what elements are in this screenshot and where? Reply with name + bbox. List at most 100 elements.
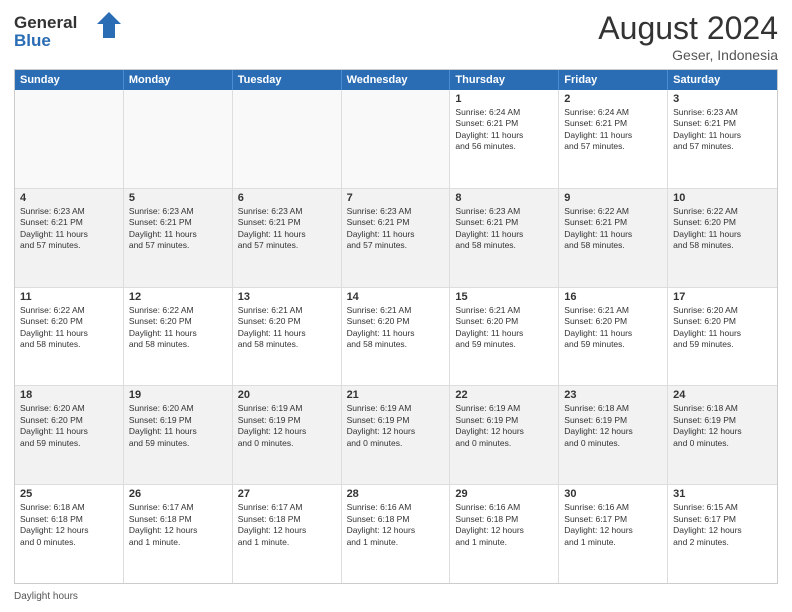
logo-svg: General Blue	[14, 10, 124, 52]
table-row: 2Sunrise: 6:24 AM Sunset: 6:21 PM Daylig…	[559, 90, 668, 188]
day-number: 6	[238, 192, 336, 204]
cell-info: Sunrise: 6:22 AM Sunset: 6:21 PM Dayligh…	[564, 206, 662, 252]
table-row: 4 Sunrise: 6:23 AM Sunset: 6:21 PM Daylig…	[15, 189, 124, 287]
cell-info: Sunrise: 6:19 AM Sunset: 6:19 PM Dayligh…	[347, 403, 445, 449]
cell-info: Sunrise: 6:19 AM Sunset: 6:19 PM Dayligh…	[238, 403, 336, 449]
cell-info: Sunrise: 6:17 AM Sunset: 6:18 PM Dayligh…	[238, 502, 336, 548]
day-number: 4	[20, 192, 118, 204]
location-label: Geser, Indonesia	[598, 47, 778, 63]
day-number: 19	[129, 389, 227, 401]
table-row: 22Sunrise: 6:19 AM Sunset: 6:19 PM Dayli…	[450, 386, 559, 484]
day-number: 8	[455, 192, 553, 204]
table-row: 1Sunrise: 6:24 AM Sunset: 6:21 PM Daylig…	[450, 90, 559, 188]
cal-week-row: 18Sunrise: 6:20 AM Sunset: 6:20 PM Dayli…	[15, 386, 777, 485]
cal-header-saturday: Saturday	[668, 70, 777, 90]
table-row: 7 Sunrise: 6:23 AM Sunset: 6:21 PM Daylig…	[342, 189, 451, 287]
cell-info: Sunrise: 6:16 AM Sunset: 6:18 PM Dayligh…	[347, 502, 445, 548]
svg-text:Blue: Blue	[14, 31, 51, 50]
day-number: 5	[129, 192, 227, 204]
day-number: 7	[347, 192, 445, 204]
calendar-body: 1Sunrise: 6:24 AM Sunset: 6:21 PM Daylig…	[15, 90, 777, 583]
cell-info: Sunrise: 6:23 AM Sunset: 6:21 PM Dayligh…	[20, 206, 118, 252]
day-number: 14	[347, 291, 445, 303]
table-row: 27 Sunrise: 6:17 AM Sunset: 6:18 PM Dayli…	[233, 485, 342, 583]
cell-info: Sunrise: 6:21 AM Sunset: 6:20 PM Dayligh…	[564, 305, 662, 351]
cal-header-sunday: Sunday	[15, 70, 124, 90]
day-number: 21	[347, 389, 445, 401]
cell-info: Sunrise: 6:24 AM Sunset: 6:21 PM Dayligh…	[455, 107, 553, 153]
table-row: 31 Sunrise: 6:15 AM Sunset: 6:17 PM Dayli…	[668, 485, 777, 583]
day-number: 12	[129, 291, 227, 303]
cell-info: Sunrise: 6:20 AM Sunset: 6:20 PM Dayligh…	[673, 305, 772, 351]
day-number: 28	[347, 488, 445, 500]
table-row: 6 Sunrise: 6:23 AM Sunset: 6:21 PM Daylig…	[233, 189, 342, 287]
cell-info: Sunrise: 6:15 AM Sunset: 6:17 PM Dayligh…	[673, 502, 772, 548]
table-row: 21 Sunrise: 6:19 AM Sunset: 6:19 PM Dayli…	[342, 386, 451, 484]
day-number: 23	[564, 389, 662, 401]
cal-header-friday: Friday	[559, 70, 668, 90]
cell-info: Sunrise: 6:18 AM Sunset: 6:18 PM Dayligh…	[20, 502, 118, 548]
table-row: 20 Sunrise: 6:19 AM Sunset: 6:19 PM Dayli…	[233, 386, 342, 484]
footer-note: Daylight hours	[14, 588, 778, 602]
cell-info: Sunrise: 6:23 AM Sunset: 6:21 PM Dayligh…	[455, 206, 553, 252]
table-row: 10Sunrise: 6:22 AM Sunset: 6:20 PM Dayli…	[668, 189, 777, 287]
cal-header-thursday: Thursday	[450, 70, 559, 90]
calendar: SundayMondayTuesdayWednesdayThursdayFrid…	[14, 69, 778, 584]
table-row: 8 Sunrise: 6:23 AM Sunset: 6:21 PM Daylig…	[450, 189, 559, 287]
table-row: 24Sunrise: 6:18 AM Sunset: 6:19 PM Dayli…	[668, 386, 777, 484]
logo: General Blue	[14, 10, 124, 52]
day-number: 11	[20, 291, 118, 303]
cell-info: Sunrise: 6:21 AM Sunset: 6:20 PM Dayligh…	[347, 305, 445, 351]
cal-header-tuesday: Tuesday	[233, 70, 342, 90]
cell-info: Sunrise: 6:23 AM Sunset: 6:21 PM Dayligh…	[673, 107, 772, 153]
table-row: 23 Sunrise: 6:18 AM Sunset: 6:19 PM Dayli…	[559, 386, 668, 484]
daylight-label: Daylight hours	[14, 591, 78, 602]
table-row: 17 Sunrise: 6:20 AM Sunset: 6:20 PM Dayli…	[668, 288, 777, 386]
day-number: 17	[673, 291, 772, 303]
day-number: 9	[564, 192, 662, 204]
day-number: 20	[238, 389, 336, 401]
table-row	[124, 90, 233, 188]
cell-info: Sunrise: 6:21 AM Sunset: 6:20 PM Dayligh…	[238, 305, 336, 351]
month-year-title: August 2024	[598, 10, 778, 47]
day-number: 30	[564, 488, 662, 500]
table-row: 15Sunrise: 6:21 AM Sunset: 6:20 PM Dayli…	[450, 288, 559, 386]
table-row: 9 Sunrise: 6:22 AM Sunset: 6:21 PM Daylig…	[559, 189, 668, 287]
day-number: 22	[455, 389, 553, 401]
cell-info: Sunrise: 6:16 AM Sunset: 6:17 PM Dayligh…	[564, 502, 662, 548]
cell-info: Sunrise: 6:22 AM Sunset: 6:20 PM Dayligh…	[673, 206, 772, 252]
table-row: 13 Sunrise: 6:21 AM Sunset: 6:20 PM Dayli…	[233, 288, 342, 386]
table-row: 11 Sunrise: 6:22 AM Sunset: 6:20 PM Dayli…	[15, 288, 124, 386]
day-number: 25	[20, 488, 118, 500]
cal-header-monday: Monday	[124, 70, 233, 90]
cal-header-wednesday: Wednesday	[342, 70, 451, 90]
day-number: 27	[238, 488, 336, 500]
cell-info: Sunrise: 6:23 AM Sunset: 6:21 PM Dayligh…	[238, 206, 336, 252]
cell-info: Sunrise: 6:22 AM Sunset: 6:20 PM Dayligh…	[129, 305, 227, 351]
cell-info: Sunrise: 6:22 AM Sunset: 6:20 PM Dayligh…	[20, 305, 118, 351]
table-row: 3 Sunrise: 6:23 AM Sunset: 6:21 PM Daylig…	[668, 90, 777, 188]
cal-week-row: 1Sunrise: 6:24 AM Sunset: 6:21 PM Daylig…	[15, 90, 777, 189]
table-row	[233, 90, 342, 188]
table-row: 16 Sunrise: 6:21 AM Sunset: 6:20 PM Dayli…	[559, 288, 668, 386]
cell-info: Sunrise: 6:23 AM Sunset: 6:21 PM Dayligh…	[347, 206, 445, 252]
cal-week-row: 4 Sunrise: 6:23 AM Sunset: 6:21 PM Daylig…	[15, 189, 777, 288]
table-row	[15, 90, 124, 188]
cell-info: Sunrise: 6:24 AM Sunset: 6:21 PM Dayligh…	[564, 107, 662, 153]
day-number: 31	[673, 488, 772, 500]
day-number: 15	[455, 291, 553, 303]
day-number: 3	[673, 93, 772, 105]
table-row: 26Sunrise: 6:17 AM Sunset: 6:18 PM Dayli…	[124, 485, 233, 583]
cal-week-row: 25 Sunrise: 6:18 AM Sunset: 6:18 PM Dayli…	[15, 485, 777, 583]
table-row: 30 Sunrise: 6:16 AM Sunset: 6:17 PM Dayli…	[559, 485, 668, 583]
cell-info: Sunrise: 6:18 AM Sunset: 6:19 PM Dayligh…	[564, 403, 662, 449]
cell-info: Sunrise: 6:17 AM Sunset: 6:18 PM Dayligh…	[129, 502, 227, 548]
cell-info: Sunrise: 6:23 AM Sunset: 6:21 PM Dayligh…	[129, 206, 227, 252]
svg-text:General: General	[14, 13, 77, 32]
table-row: 5 Sunrise: 6:23 AM Sunset: 6:21 PM Daylig…	[124, 189, 233, 287]
table-row	[342, 90, 451, 188]
day-number: 13	[238, 291, 336, 303]
day-number: 16	[564, 291, 662, 303]
calendar-header-row: SundayMondayTuesdayWednesdayThursdayFrid…	[15, 70, 777, 90]
cell-info: Sunrise: 6:20 AM Sunset: 6:19 PM Dayligh…	[129, 403, 227, 449]
